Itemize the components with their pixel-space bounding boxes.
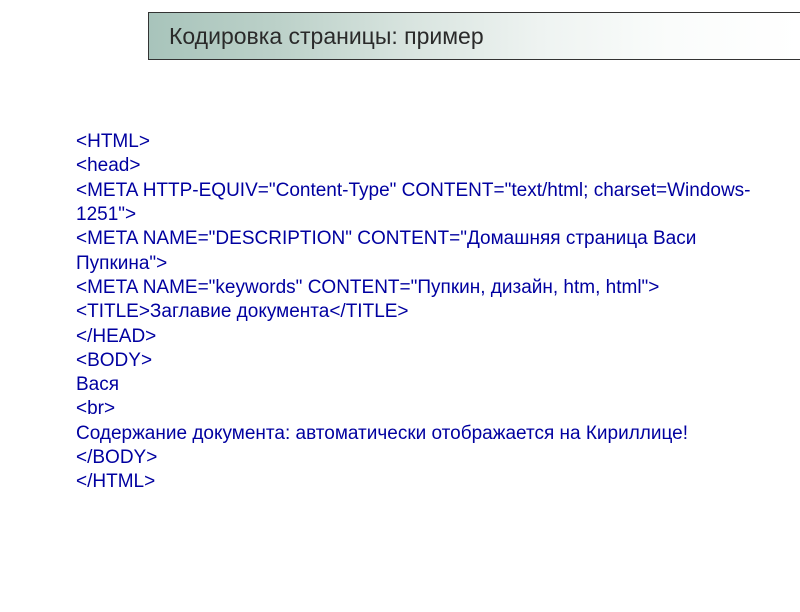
- code-line: <META NAME="DESCRIPTION" CONTENT="Домашн…: [76, 227, 760, 276]
- code-line: <META HTTP-EQUIV="Content-Type" CONTENT=…: [76, 179, 760, 228]
- code-line: <META NAME="keywords" CONTENT="Пупкин, д…: [76, 276, 760, 300]
- slide-header: Кодировка страницы: пример: [148, 12, 800, 60]
- code-line: </HTML>: [76, 470, 760, 494]
- slide-title: Кодировка страницы: пример: [169, 23, 484, 50]
- code-line: </HEAD>: [76, 325, 760, 349]
- code-line: <br>: [76, 397, 760, 421]
- code-example: <HTML> <head> <META HTTP-EQUIV="Content-…: [76, 130, 760, 495]
- code-line: <HTML>: [76, 130, 760, 154]
- code-line: Содержание документа: автоматически отоб…: [76, 422, 760, 446]
- code-line: </BODY>: [76, 446, 760, 470]
- code-line: <TITLE>Заглавие документа</TITLE>: [76, 300, 760, 324]
- code-line: Вася: [76, 373, 760, 397]
- code-line: <head>: [76, 154, 760, 178]
- code-line: <BODY>: [76, 349, 760, 373]
